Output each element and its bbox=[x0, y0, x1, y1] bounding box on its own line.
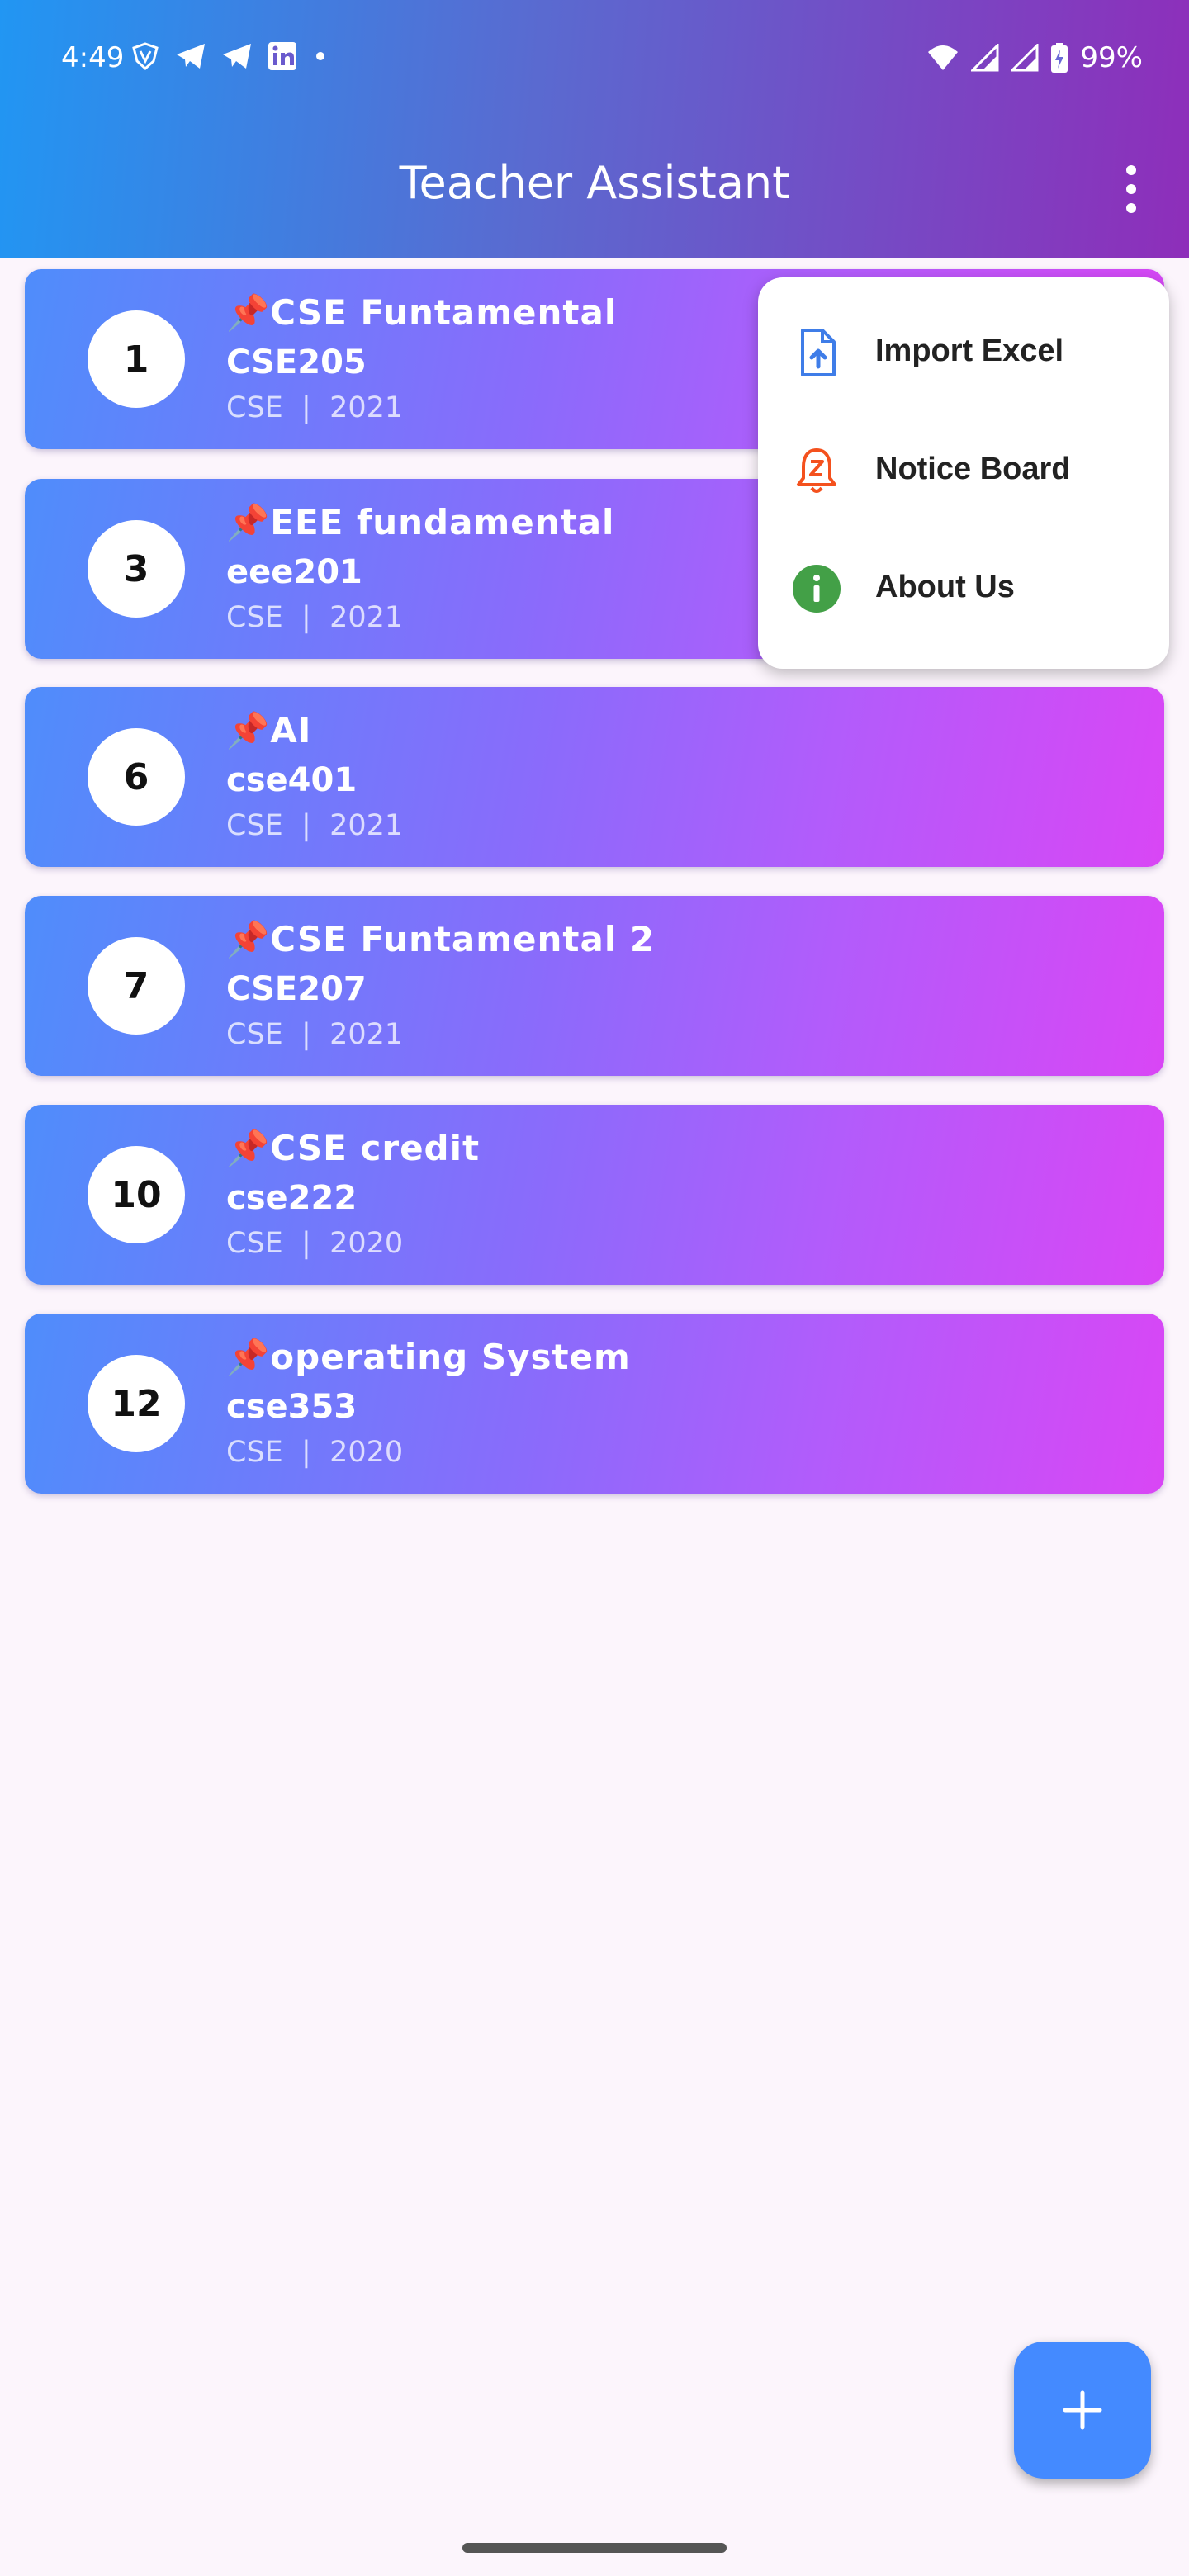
page-title: Teacher Assistant bbox=[399, 157, 790, 209]
linkedin-icon bbox=[268, 42, 296, 70]
info-icon bbox=[793, 565, 841, 613]
more-options-icon[interactable] bbox=[1106, 162, 1156, 216]
menu-item-label: Notice Board bbox=[875, 452, 1071, 486]
course-code: CSE207 bbox=[226, 970, 367, 1008]
plus-icon bbox=[1063, 2390, 1102, 2430]
menu-item-about-us[interactable]: About Us bbox=[758, 538, 1169, 637]
menu-item-label: Import Excel bbox=[875, 334, 1064, 368]
course-meta: CSE | 2020 bbox=[226, 1436, 404, 1469]
menu-item-notice-board[interactable]: Notice Board bbox=[758, 420, 1169, 519]
course-title: 📌operating System bbox=[226, 1337, 631, 1377]
system-icons: 99% bbox=[926, 41, 1143, 74]
telegram-icon bbox=[223, 44, 251, 69]
menu-item-import-excel[interactable]: Import Excel bbox=[758, 302, 1169, 401]
course-code: CSE205 bbox=[226, 343, 367, 381]
status-bar: 4:49 99% bbox=[0, 0, 1189, 121]
overflow-menu: Import Excel Notice Board About Us bbox=[758, 277, 1169, 669]
vpn-shield-icon bbox=[132, 42, 159, 71]
course-meta: CSE | 2021 bbox=[226, 601, 404, 634]
dot-icon bbox=[316, 52, 324, 60]
course-serial: 3 bbox=[88, 520, 185, 618]
course-title: 📌CSE credit bbox=[226, 1128, 481, 1168]
course-meta: CSE | 2021 bbox=[226, 391, 404, 424]
battery-charging-icon bbox=[1051, 43, 1068, 73]
course-meta: CSE | 2021 bbox=[226, 809, 404, 842]
notification-bell-icon bbox=[797, 448, 836, 493]
course-card[interactable]: 7 📌CSE Funtamental 2 CSE207 CSE | 2021 bbox=[25, 896, 1164, 1076]
course-title: 📌CSE Funtamental bbox=[226, 292, 618, 333]
battery-percent: 99% bbox=[1080, 41, 1143, 74]
signal-icon bbox=[971, 44, 999, 72]
course-code: eee201 bbox=[226, 553, 362, 591]
file-upload-icon bbox=[801, 329, 836, 376]
course-serial: 6 bbox=[88, 728, 185, 826]
menu-item-label: About Us bbox=[875, 570, 1015, 604]
course-code: cse353 bbox=[226, 1388, 358, 1426]
add-course-button[interactable] bbox=[1014, 2342, 1151, 2479]
course-title: 📌EEE fundamental bbox=[226, 502, 615, 542]
notification-icons bbox=[130, 41, 329, 71]
course-meta: CSE | 2021 bbox=[226, 1018, 404, 1051]
course-code: cse222 bbox=[226, 1179, 358, 1217]
status-time: 4:49 bbox=[61, 41, 125, 74]
course-serial: 10 bbox=[88, 1146, 185, 1243]
course-card[interactable]: 6 📌AI cse401 CSE | 2021 bbox=[25, 687, 1164, 867]
course-meta: CSE | 2020 bbox=[226, 1227, 404, 1260]
wifi-icon bbox=[928, 45, 959, 70]
course-card[interactable]: 10 📌CSE credit cse222 CSE | 2020 bbox=[25, 1105, 1164, 1285]
telegram-icon bbox=[177, 44, 205, 69]
gesture-nav-handle[interactable] bbox=[462, 2543, 727, 2553]
course-card[interactable]: 12 📌operating System cse353 CSE | 2020 bbox=[25, 1314, 1164, 1494]
course-title: 📌CSE Funtamental 2 bbox=[226, 919, 656, 959]
course-code: cse401 bbox=[226, 761, 358, 799]
signal-icon bbox=[1011, 44, 1039, 72]
course-serial: 1 bbox=[88, 310, 185, 408]
course-serial: 7 bbox=[88, 937, 185, 1035]
course-serial: 12 bbox=[88, 1355, 185, 1452]
course-title: 📌AI bbox=[226, 710, 312, 751]
app-bar: 4:49 99% Teacher Assistant bbox=[0, 0, 1189, 258]
